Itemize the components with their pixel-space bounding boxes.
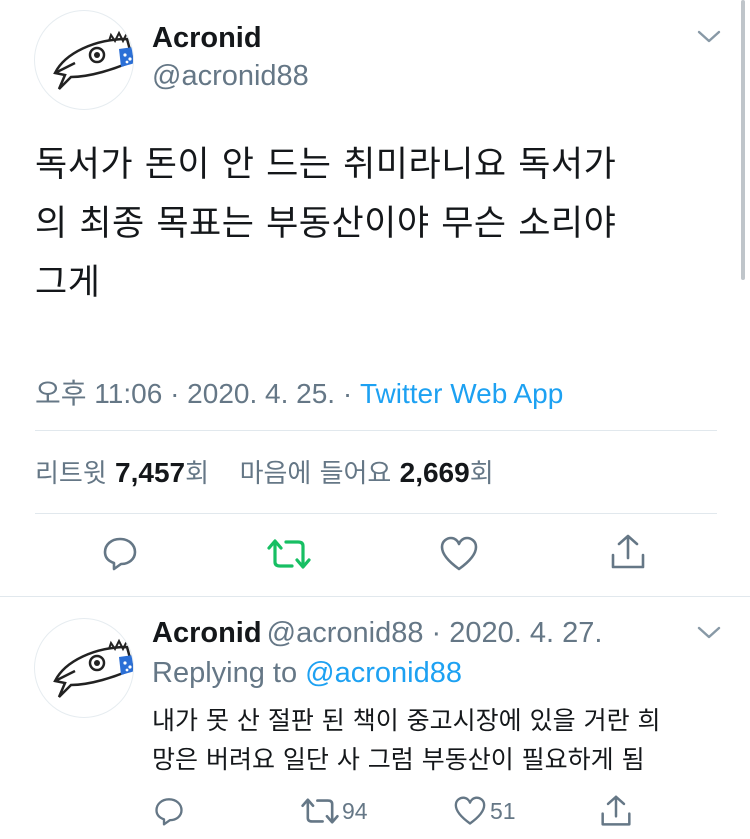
divider: [0, 596, 750, 597]
retweet-icon[interactable]: [266, 538, 312, 570]
chevron-down-icon[interactable]: [696, 624, 722, 642]
like-icon[interactable]: [440, 536, 478, 572]
retweet-icon: [300, 797, 340, 825]
display-name[interactable]: Acronid: [152, 22, 262, 55]
tweet-timestamp: 오후 11:06 · 2020. 4. 25. · Twitter Web Ap…: [35, 372, 563, 412]
replying-to: Replying to @acronid88: [152, 657, 462, 689]
avatar[interactable]: [34, 10, 134, 110]
retweet-action[interactable]: 94: [300, 797, 368, 825]
scrollbar[interactable]: [741, 0, 745, 280]
timestamp-text[interactable]: 오후 11:06 · 2020. 4. 25. ·: [35, 378, 360, 409]
reply-icon[interactable]: [102, 535, 138, 571]
likes-stat[interactable]: 마음에 들어요 2,669회: [240, 457, 494, 489]
share-icon[interactable]: [610, 533, 646, 571]
divider: [35, 513, 717, 514]
likes-count: 2,669: [399, 457, 470, 488]
avatar-fish-drawing: [53, 638, 133, 698]
reply-text-line: 망은 버려요 일단 사 그럼 부동산이 필요하게 됨: [152, 745, 645, 774]
like-action[interactable]: 51: [454, 796, 516, 826]
avatar[interactable]: [34, 618, 134, 718]
tweet-text-line: 독서가 돈이 안 드는 취미라니요 독서가: [35, 145, 617, 185]
share-icon[interactable]: [600, 794, 632, 828]
tweet-text-line: 그게: [35, 263, 101, 303]
like-icon: [454, 796, 486, 826]
avatar-fish-drawing: [53, 30, 133, 90]
tweet-text: 독서가 돈이 안 드는 취미라니요 독서가 의 최종 목표는 부동산이야 무슨 …: [35, 136, 616, 313]
chevron-down-icon[interactable]: [696, 28, 722, 46]
replying-to-link[interactable]: @acronid88: [305, 657, 462, 689]
reply-icon[interactable]: [154, 796, 184, 826]
divider: [35, 430, 717, 431]
retweets-count: 7,457: [115, 457, 186, 488]
reply-header: Acronid @acronid88 · 2020. 4. 27.: [152, 617, 602, 650]
engagement-stats: 리트윗 7,457회 마음에 들어요 2,669회: [35, 453, 494, 490]
tweet-text-line: 의 최종 목표는 부동산이야 무슨 소리야: [35, 204, 617, 244]
user-handle[interactable]: @acronid88: [152, 60, 309, 93]
source-link[interactable]: Twitter Web App: [360, 378, 563, 409]
like-count: 51: [490, 797, 516, 824]
retweet-count: 94: [342, 797, 368, 824]
reply-text: 내가 못 산 절판 된 책이 중고시장에 있을 거란 희 망은 버려요 일단 사…: [152, 701, 661, 779]
reply-text-line: 내가 못 산 절판 된 책이 중고시장에 있을 거란 희: [152, 706, 661, 735]
retweets-stat[interactable]: 리트윗 7,457회: [35, 457, 209, 489]
display-name[interactable]: Acronid: [152, 617, 262, 649]
handle-and-date[interactable]: @acronid88 · 2020. 4. 27.: [267, 617, 603, 649]
